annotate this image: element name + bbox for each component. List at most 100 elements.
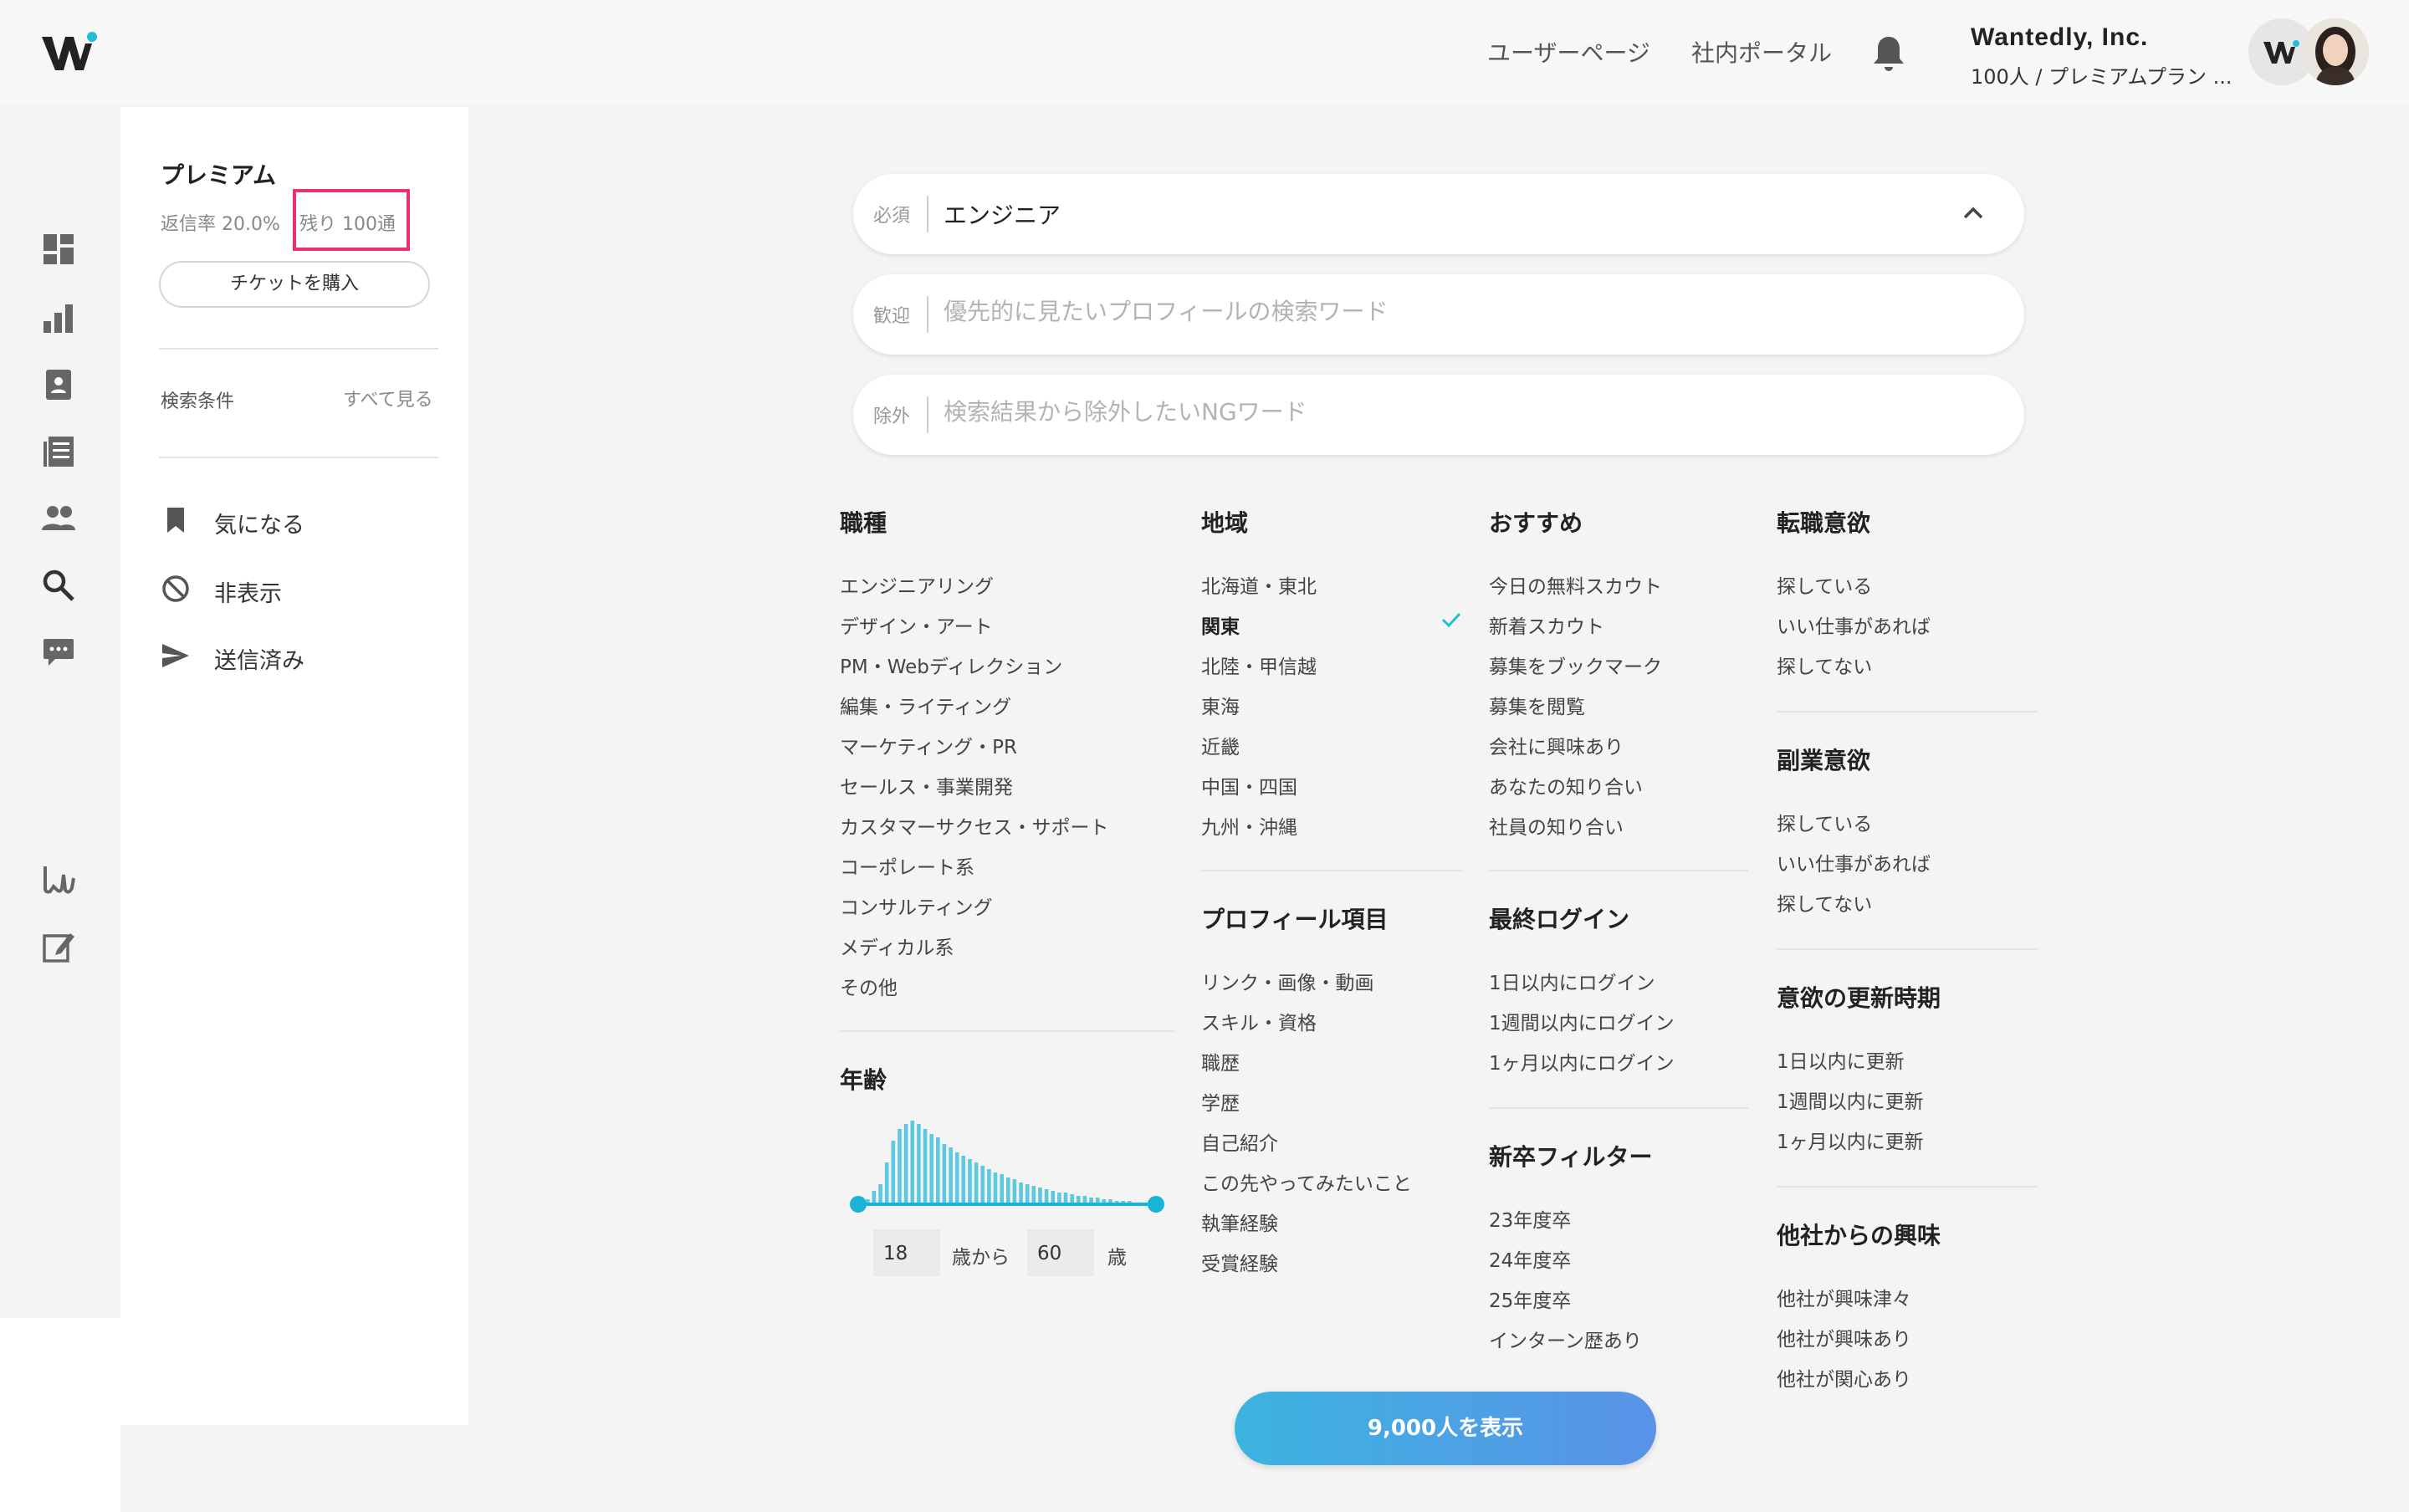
profile-option[interactable]: リンク・画像・動画 [1201, 967, 1374, 995]
field-separator [927, 196, 928, 232]
job-option[interactable]: デザイン・アート [840, 610, 993, 639]
newgrad-option[interactable]: 24年度卒 [1489, 1244, 1571, 1273]
chevron-up-icon[interactable] [1961, 201, 1986, 226]
portal-link[interactable]: 社内ポータル [1691, 35, 1832, 69]
newgrad-option[interactable]: インターン歴あり [1489, 1325, 1642, 1353]
region-option[interactable]: 近畿 [1201, 731, 1240, 759]
recommend-option[interactable]: 今日の無料スカウト [1489, 570, 1662, 599]
see-all-link[interactable]: すべて見る [343, 385, 433, 411]
age-histogram-bar [936, 1137, 940, 1204]
welcome-keyword-input[interactable] [944, 298, 1931, 325]
exclude-keyword-field[interactable]: 除外 [853, 375, 2024, 455]
region-option[interactable]: 中国・四国 [1201, 771, 1297, 799]
profile-option[interactable]: 受賞経験 [1201, 1248, 1278, 1276]
job-option[interactable]: エンジニアリング [840, 570, 994, 599]
newgrad-option[interactable]: 25年度卒 [1489, 1285, 1571, 1313]
profile-option[interactable]: この先やってみたいこと [1201, 1167, 1412, 1196]
last-login-option[interactable]: 1日以内にログイン [1489, 967, 1655, 995]
welcome-keyword-field[interactable]: 歓迎 [853, 274, 2024, 355]
region-option[interactable]: 北海道・東北 [1201, 570, 1317, 599]
side-job-option[interactable]: いい仕事があれば [1777, 848, 1931, 876]
age-histogram-bar [954, 1152, 959, 1204]
required-keyword-field[interactable]: 必須 エンジニア [853, 174, 2024, 254]
age-histogram-bar [910, 1121, 915, 1204]
people-icon[interactable] [40, 500, 77, 537]
job-change-option[interactable]: 探している [1777, 570, 1872, 599]
sidebar-item-hidden[interactable]: 非表示 [161, 570, 412, 607]
show-results-button[interactable]: 9,000人を表示 [1235, 1392, 1656, 1465]
chat-icon[interactable] [40, 634, 77, 671]
age-histogram[interactable] [848, 1112, 1166, 1213]
interest-option[interactable]: 他社が興味あり [1777, 1323, 1911, 1351]
profile-option[interactable]: 学歴 [1201, 1087, 1240, 1116]
age-min-handle[interactable] [850, 1196, 867, 1213]
search-icon[interactable] [40, 567, 77, 604]
last-login-option[interactable]: 1週間以内にログイン [1489, 1007, 1675, 1035]
age-max-input[interactable]: 60 [1027, 1229, 1094, 1276]
side-job-option[interactable]: 探してない [1777, 888, 1872, 917]
side-job-option[interactable]: 探している [1777, 808, 1872, 836]
buy-ticket-button[interactable]: チケットを購入 [159, 261, 430, 308]
profile-option[interactable]: スキル・資格 [1201, 1007, 1317, 1035]
user-page-link[interactable]: ユーザーページ [1487, 35, 1650, 69]
last-login-option[interactable]: 1ヶ月以内にログイン [1489, 1047, 1675, 1075]
age-min-input[interactable]: 18 [873, 1229, 940, 1276]
recommend-option[interactable]: 社員の知り合い [1489, 811, 1624, 840]
job-option[interactable]: その他 [840, 972, 898, 1000]
job-option[interactable]: 編集・ライティング [840, 691, 1011, 719]
chart-icon[interactable] [40, 299, 77, 336]
recommend-option[interactable]: 募集を閲覧 [1489, 691, 1585, 719]
required-keyword-value[interactable]: エンジニア [944, 197, 1931, 231]
sidebar-item-sent[interactable]: 送信済み [161, 637, 412, 674]
recommend-option[interactable]: 新着スカウト [1489, 610, 1604, 639]
profile-option[interactable]: 執筆経験 [1201, 1208, 1278, 1236]
company-name[interactable]: Wantedly, Inc. [1971, 23, 2148, 52]
job-option[interactable]: マーケティング・PR [840, 731, 1017, 759]
profile-card-icon[interactable] [40, 366, 77, 403]
updated-title: 意欲の更新時期 [1777, 984, 1941, 1012]
job-change-title: 転職意欲 [1777, 509, 1871, 537]
job-option[interactable]: コーポレート系 [840, 851, 974, 880]
recommend-option[interactable]: 会社に興味あり [1489, 731, 1624, 759]
job-option[interactable]: メディカル系 [840, 932, 954, 960]
job-change-option[interactable]: 探してない [1777, 651, 1872, 679]
profile-option[interactable]: 自己紹介 [1201, 1127, 1278, 1156]
job-option[interactable]: セールス・事業開発 [840, 771, 1013, 799]
interest-option[interactable]: 他社が関心あり [1777, 1363, 1911, 1392]
region-option[interactable]: 九州・沖縄 [1201, 811, 1297, 840]
job-change-option[interactable]: いい仕事があれば [1777, 610, 1931, 639]
block-icon [162, 575, 189, 602]
wantedly-logo[interactable] [40, 32, 99, 75]
job-option[interactable]: PM・Webディレクション [840, 651, 1062, 679]
region-option[interactable]: 東海 [1201, 691, 1240, 719]
updated-option[interactable]: 1ヶ月以内に更新 [1777, 1126, 1924, 1154]
job-option[interactable]: カスタマーサクセス・サポート [840, 811, 1109, 840]
age-max-handle[interactable] [1148, 1196, 1164, 1213]
sidebar-item-favorites[interactable]: 気になる [161, 502, 412, 539]
updated-option[interactable]: 1週間以内に更新 [1777, 1085, 1924, 1114]
edit-icon[interactable] [40, 928, 77, 965]
list-icon[interactable] [40, 433, 77, 470]
newgrad-option[interactable]: 23年度卒 [1489, 1204, 1571, 1233]
age-histogram-bar [1044, 1189, 1049, 1204]
wantedly-ws-icon[interactable] [40, 861, 77, 898]
age-histogram-bar [974, 1162, 979, 1204]
recommend-option[interactable]: あなたの知り合い [1489, 771, 1643, 799]
recommend-option[interactable]: 募集をブックマーク [1489, 651, 1662, 679]
profile-option[interactable]: 職歴 [1201, 1047, 1240, 1075]
job-option[interactable]: コンサルティング [840, 891, 993, 920]
age-histogram-bar [891, 1141, 896, 1204]
user-avatar[interactable] [2302, 18, 2369, 85]
interest-option[interactable]: 他社が興味津々 [1777, 1283, 1911, 1311]
age-histogram-bar [884, 1162, 889, 1204]
rail-footer [0, 1318, 120, 1512]
interest-title: 他社からの興味 [1777, 1222, 1941, 1249]
divider [1777, 948, 2038, 950]
updated-option[interactable]: 1日以内に更新 [1777, 1045, 1905, 1074]
exclude-keyword-input[interactable] [944, 398, 1931, 426]
dashboard-icon[interactable] [40, 231, 77, 268]
region-option-selected[interactable]: 関東 [1201, 610, 1240, 639]
bell-icon[interactable] [1870, 33, 1907, 74]
sidebar-item-label: 非表示 [214, 581, 282, 607]
region-option[interactable]: 北陸・甲信越 [1201, 651, 1317, 679]
